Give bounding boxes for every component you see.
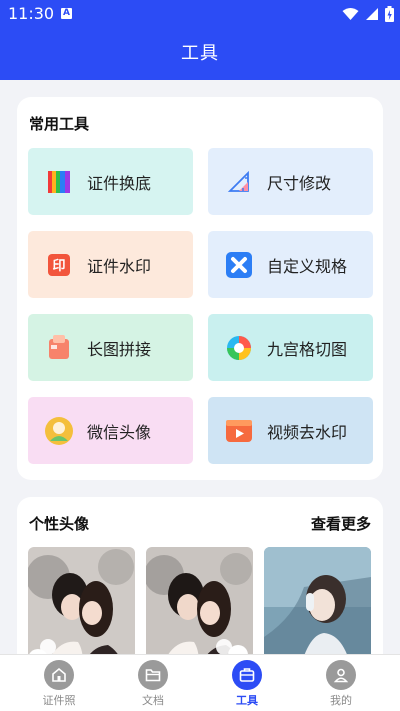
tools-card: 常用工具 证件换底 尺寸修改 印 证件水印 自定义规格 长图拼接 九宫格切图 微… — [17, 97, 383, 480]
tool-label: 证件换底 — [87, 173, 152, 193]
signal-icon — [366, 8, 378, 20]
tool-label: 自定义规格 — [267, 256, 348, 276]
tool-long-image[interactable]: 长图拼接 — [28, 314, 193, 381]
tool-resize[interactable]: 尺寸修改 — [208, 148, 373, 215]
long-image-icon — [45, 334, 73, 362]
notification-a-icon: A — [61, 8, 72, 19]
video-icon — [225, 417, 253, 445]
aperture-icon — [225, 334, 253, 362]
tab-documents[interactable]: 文档 — [123, 660, 183, 708]
color-swatch-icon — [45, 168, 73, 196]
tab-id-photo[interactable]: 证件照 — [29, 660, 89, 708]
page-title: 工具 — [181, 43, 219, 64]
tool-custom-spec[interactable]: 自定义规格 — [208, 231, 373, 298]
folder-icon — [138, 660, 168, 690]
wifi-icon — [342, 8, 359, 20]
tab-label: 工具 — [236, 694, 258, 707]
status-bar: 11:30 A — [0, 0, 400, 30]
tool-label: 视频去水印 — [267, 422, 348, 442]
tool-label: 尺寸修改 — [267, 173, 332, 193]
user-icon — [326, 660, 356, 690]
tool-wechat-avatar[interactable]: 微信头像 — [28, 397, 193, 464]
battery-icon — [385, 6, 394, 22]
tool-id-background[interactable]: 证件换底 — [28, 148, 193, 215]
custom-spec-icon — [225, 251, 253, 279]
app-bar: 工具 — [0, 30, 400, 80]
view-more-link[interactable]: 查看更多 — [311, 513, 371, 534]
home-icon — [44, 660, 74, 690]
status-time: 11:30 — [8, 4, 55, 23]
tool-id-watermark[interactable]: 印 证件水印 — [28, 231, 193, 298]
avatar-section-title: 个性头像 — [29, 515, 90, 533]
tool-label: 微信头像 — [87, 422, 152, 442]
system-icons — [342, 6, 394, 22]
ruler-icon — [225, 168, 253, 196]
tab-mine[interactable]: 我的 — [311, 660, 371, 708]
tool-label: 证件水印 — [87, 256, 152, 276]
stamp-icon: 印 — [45, 251, 73, 279]
bottom-tab-bar: 证件照 文档 工具 我的 — [0, 654, 400, 711]
tool-video-watermark[interactable]: 视频去水印 — [208, 397, 373, 464]
toolbox-icon — [232, 660, 262, 690]
tab-label: 我的 — [330, 694, 352, 707]
tool-nine-grid[interactable]: 九宫格切图 — [208, 314, 373, 381]
tab-label: 文档 — [142, 694, 164, 707]
tool-label: 九宫格切图 — [267, 339, 348, 359]
tools-section-title: 常用工具 — [29, 115, 90, 133]
tab-tools[interactable]: 工具 — [217, 660, 277, 708]
avatar-icon — [45, 416, 73, 445]
svg-text:印: 印 — [52, 259, 65, 274]
tab-label: 证件照 — [42, 694, 76, 707]
tool-label: 长图拼接 — [87, 339, 152, 359]
